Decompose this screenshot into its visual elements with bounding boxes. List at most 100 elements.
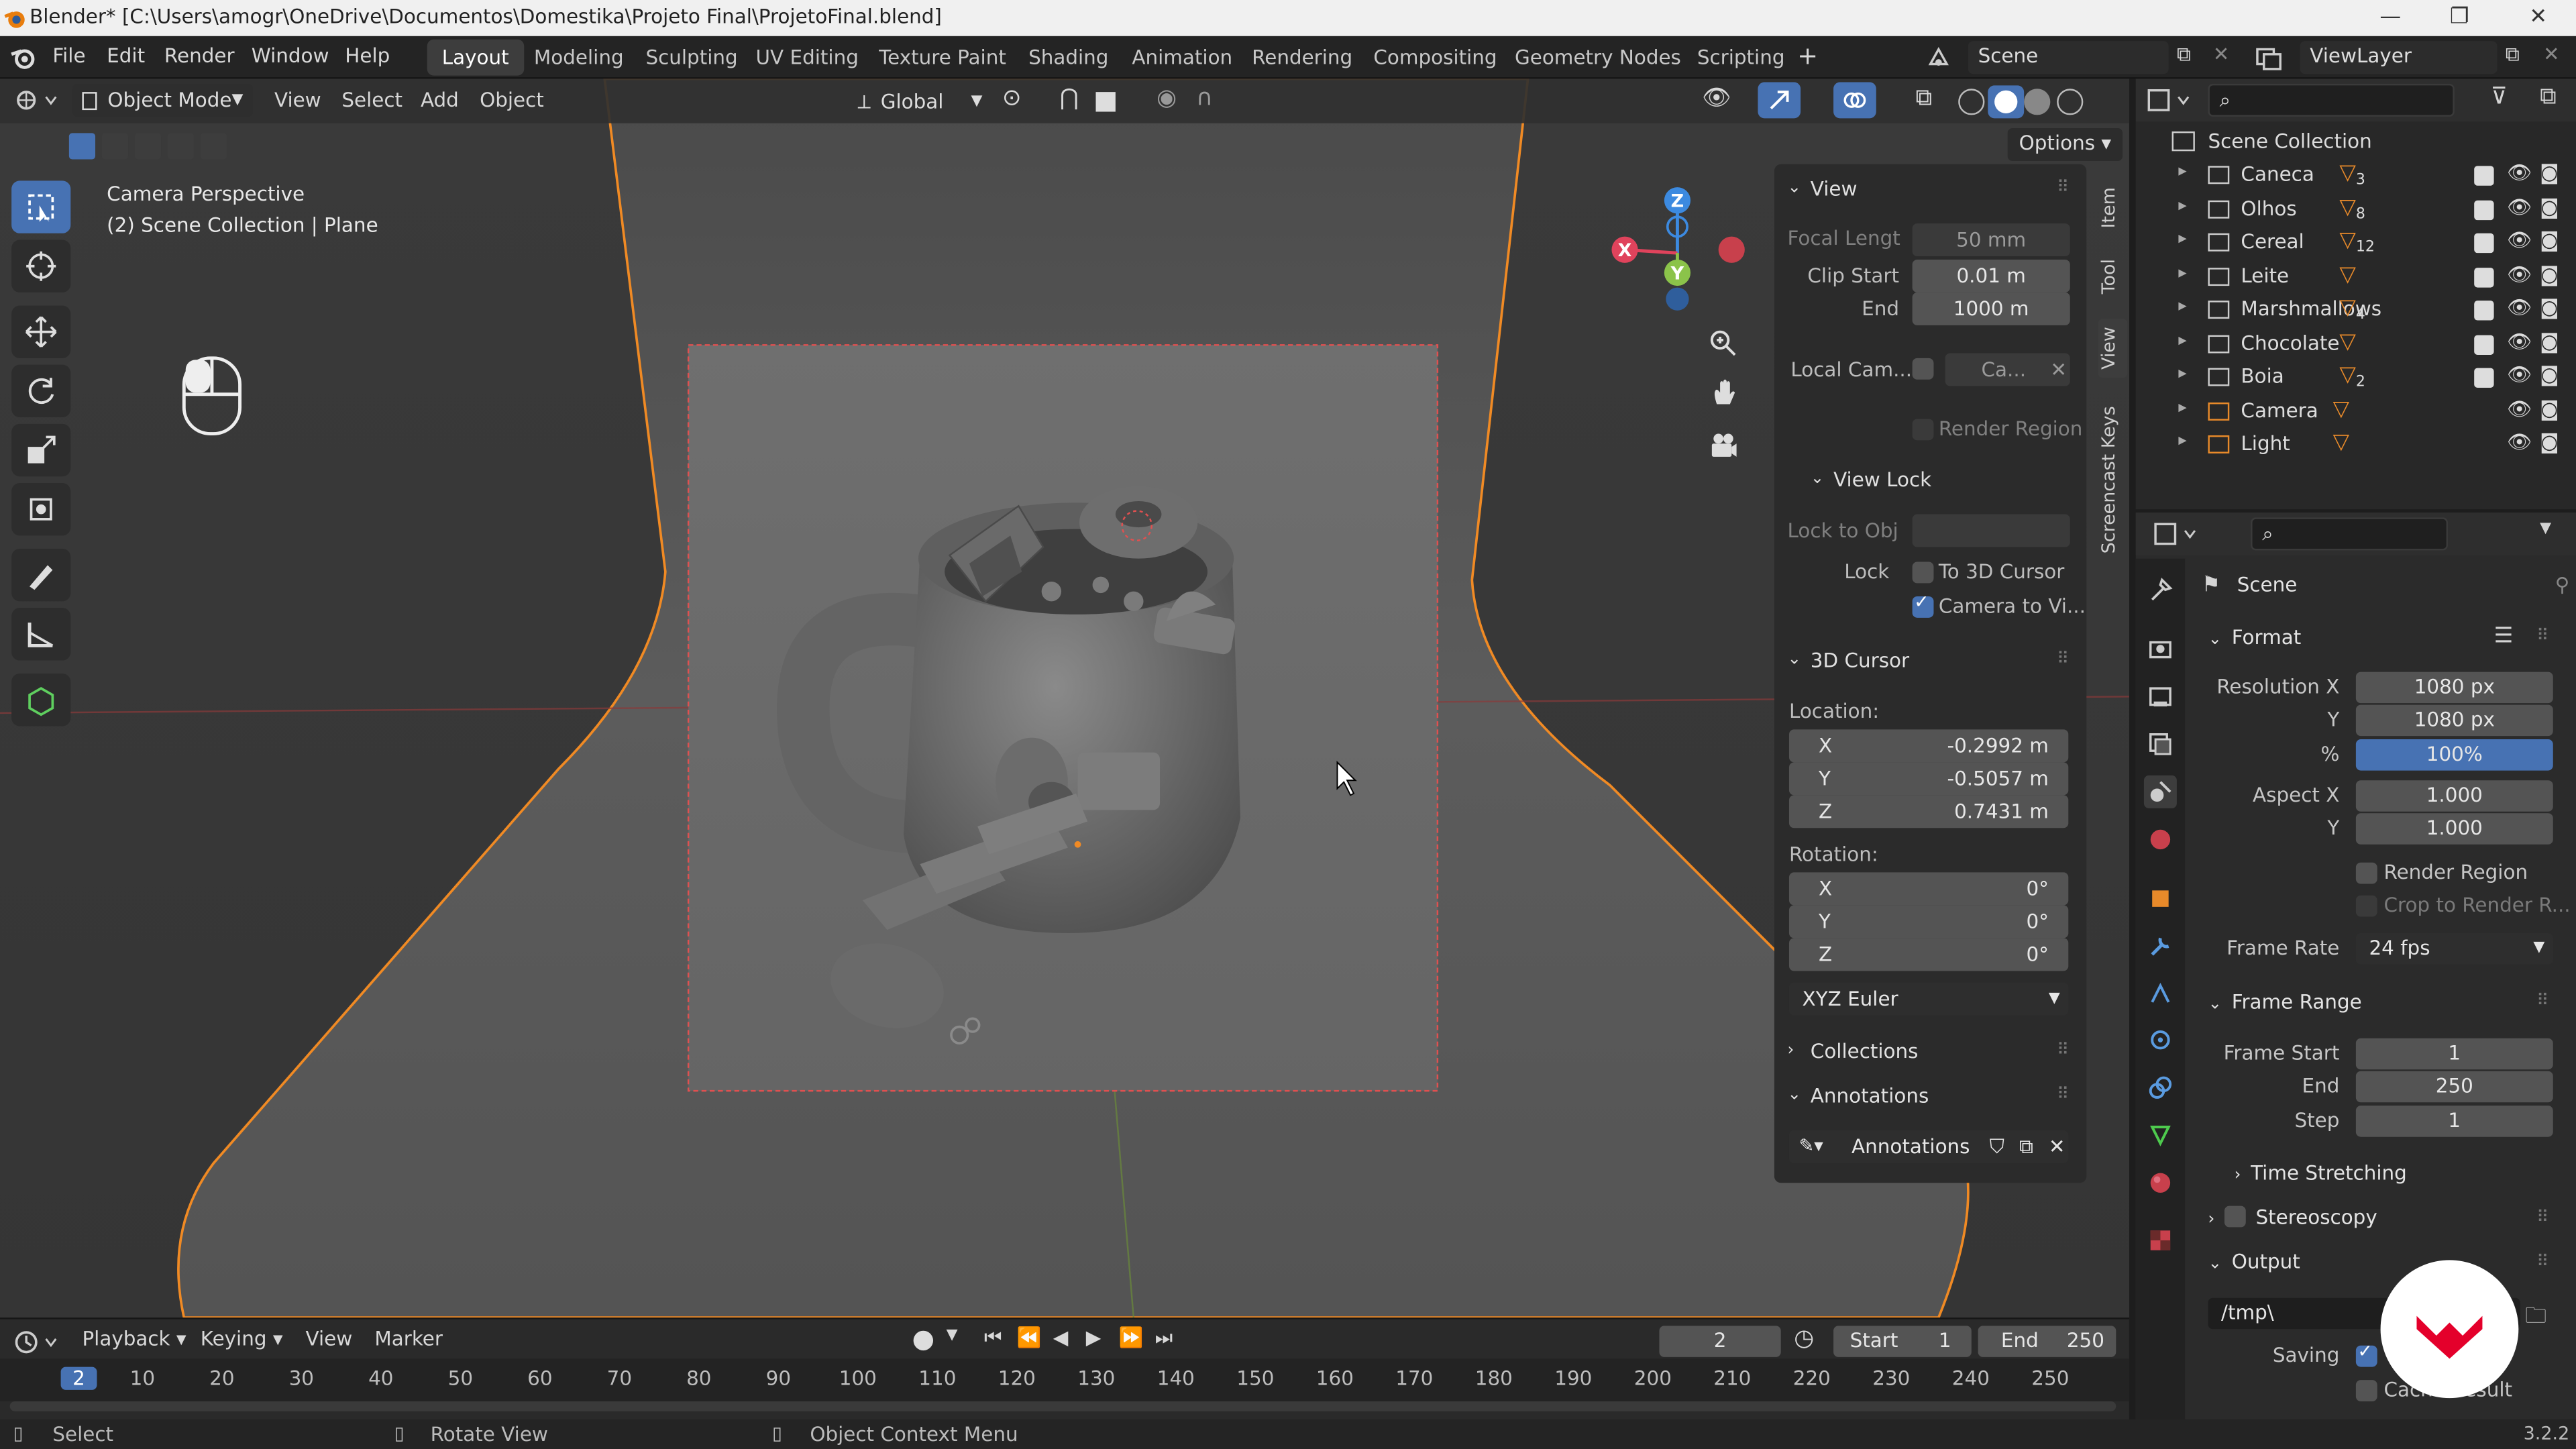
tab-geometry-nodes[interactable]: Geometry Nodes — [1500, 40, 1696, 76]
rotation-mode-dropdown[interactable]: XYZ Euler ▼ — [1788, 982, 2069, 1016]
eye-icon[interactable]: 👁 — [2507, 161, 2532, 184]
tab-layout[interactable]: Layout — [427, 39, 524, 76]
output-header[interactable]: ⌄ Output — [2208, 1250, 2300, 1273]
viewport-menu-view[interactable]: View — [274, 89, 321, 111]
drag-handle-icon[interactable]: ⠿ — [2057, 641, 2069, 680]
tool-rotate[interactable] — [11, 364, 71, 418]
material-properties-tab[interactable] — [2144, 1167, 2177, 1199]
render-camera-icon[interactable]: ◙ — [2540, 161, 2559, 184]
outliner-item[interactable]: ▸ Camera ▽ 👁 ◙ — [2136, 395, 2576, 428]
resolution-percent-field[interactable]: 100% — [2355, 739, 2553, 771]
select-subtract-icon[interactable] — [134, 133, 162, 160]
tab-animation[interactable]: Animation — [1117, 40, 1247, 76]
tab-texture-paint[interactable]: Texture Paint — [864, 40, 1021, 76]
current-frame-indicator[interactable]: 2 — [60, 1366, 97, 1390]
timeline-scrollbar[interactable] — [9, 1401, 2116, 1411]
stereoscopy-checkbox[interactable] — [2224, 1205, 2246, 1228]
tab-item[interactable]: Item — [2098, 180, 2127, 233]
jump-keyframe-back-icon[interactable]: ⏪ — [1017, 1326, 1042, 1348]
eye-icon[interactable]: 👁 — [2507, 396, 2532, 419]
focal-length-field[interactable]: 50 mm — [1912, 223, 2070, 257]
tab-shading[interactable]: Shading — [1014, 40, 1123, 76]
fake-user-icon[interactable]: ⛉ — [1990, 1130, 2004, 1163]
filter-icon[interactable]: ⊽ — [2491, 84, 2508, 110]
expand-arrow-icon[interactable]: ▸ — [2178, 432, 2186, 450]
outliner-item[interactable]: ▸ Chocolate ▽ 👁 ◙ — [2136, 328, 2576, 361]
expand-arrow-icon[interactable]: ▸ — [2178, 398, 2186, 417]
options-dropdown[interactable]: Options ▾ — [2007, 128, 2123, 162]
preview-range-icon[interactable]: ◷ — [1794, 1326, 1814, 1352]
mesh-data-icon[interactable]: ▽ — [2339, 329, 2355, 354]
new-collection-icon[interactable]: ⧉ — [2540, 84, 2556, 110]
gizmo-toggle-icon[interactable] — [1758, 82, 1801, 119]
annotations-header[interactable]: ⌄ Annotations ⠿ — [1774, 1076, 2086, 1116]
render-camera-icon[interactable]: ◙ — [2540, 262, 2559, 285]
chevron-down-icon[interactable]: ▼ — [2540, 521, 2551, 537]
tool-cursor[interactable] — [11, 239, 71, 292]
render-camera-icon[interactable]: ◙ — [2540, 195, 2559, 217]
time-stretching-header[interactable]: › Time Stretching — [2235, 1161, 2407, 1184]
menu-window[interactable]: Window — [252, 44, 329, 67]
render-camera-icon[interactable]: ◙ — [2540, 228, 2559, 251]
menu-file[interactable]: File — [52, 44, 85, 67]
output-properties-tab[interactable] — [2144, 680, 2177, 713]
particles-properties-tab[interactable] — [2144, 977, 2177, 1010]
eye-icon[interactable]: 👁 — [2507, 431, 2532, 453]
timeline-start-field[interactable]: Start 1 — [1833, 1326, 1972, 1357]
physics-properties-tab[interactable] — [2144, 1024, 2177, 1057]
mesh-data-icon[interactable]: ▽ — [2339, 195, 2355, 219]
local-camera-checkbox[interactable] — [1912, 358, 1934, 380]
exclude-checkbox[interactable] — [2474, 301, 2494, 321]
format-section-header[interactable]: ⌄ Format — [2208, 626, 2301, 649]
render-camera-icon[interactable]: ◙ — [2540, 363, 2559, 386]
orientation-selector[interactable]: ⟂ Global ▼ — [857, 85, 982, 118]
drag-handle-icon[interactable]: ⠿ — [2536, 1254, 2548, 1272]
aspect-y-field[interactable]: 1.000 — [2355, 813, 2553, 845]
tool-properties-tab[interactable] — [2144, 574, 2177, 606]
3d-cursor-header[interactable]: ⌄ 3D Cursor ⠿ — [1774, 641, 2086, 680]
eye-icon[interactable]: 👁 — [2507, 363, 2532, 386]
mode-selector[interactable]: Object Mode ▼ — [72, 83, 254, 117]
tab-scripting[interactable]: Scripting — [1682, 40, 1800, 76]
outliner-item[interactable]: ▸ Olhos ▽ 8 👁 ◙ — [2136, 193, 2576, 226]
eye-icon[interactable]: 👁 — [2507, 262, 2532, 285]
select-new-icon[interactable] — [68, 133, 96, 160]
tab-rendering[interactable]: Rendering — [1237, 40, 1367, 76]
cursor-z-field[interactable]: Z 0.7431 m — [1788, 795, 2069, 828]
viewport-menu-object[interactable]: Object — [480, 89, 544, 111]
menu-render[interactable]: Render — [164, 44, 235, 67]
drag-handle-icon[interactable]: ⠿ — [2057, 1076, 2069, 1116]
viewport-menu-add[interactable]: Add — [421, 89, 459, 111]
expand-arrow-icon[interactable]: ▸ — [2178, 197, 2186, 215]
navigation-gizmo[interactable]: Z X Y — [1607, 184, 1748, 322]
exclude-checkbox[interactable] — [2474, 199, 2494, 219]
clear-icon[interactable]: ✕ — [2050, 354, 2067, 386]
pan-hand-icon[interactable] — [1702, 371, 1745, 414]
cursor-rot-z-field[interactable]: Z 0° — [1788, 938, 2069, 971]
scene-properties-tab[interactable] — [2143, 775, 2177, 808]
jump-end-icon[interactable]: ⏭ — [1155, 1326, 1173, 1350]
duplicate-icon[interactable]: ⧉ — [2019, 1130, 2033, 1163]
viewlayer-selector[interactable]: ViewLayer — [2300, 41, 2498, 74]
pivot-point-icon[interactable]: ⊙ — [1002, 85, 1022, 111]
eye-icon[interactable]: 👁 — [2507, 329, 2532, 352]
mesh-data-icon[interactable]: ▽ — [2339, 296, 2355, 321]
exclude-checkbox[interactable] — [2474, 233, 2494, 254]
outliner-item[interactable]: ▸ Caneca ▽ 3 👁 ◙ — [2136, 160, 2576, 193]
drag-handle-icon[interactable]: ⠿ — [2536, 992, 2548, 1010]
view-lock-header[interactable]: ⌄ View Lock — [1774, 460, 2086, 500]
cursor-x-field[interactable]: X -0.2992 m — [1788, 729, 2069, 763]
cache-result-checkbox[interactable] — [2355, 1380, 2377, 1401]
add-workspace-icon[interactable]: + — [1797, 41, 1818, 70]
tool-annotate[interactable] — [11, 548, 71, 602]
light-data-icon[interactable]: ▽ — [2333, 431, 2349, 455]
chevron-down-icon[interactable]: ▼ — [947, 1328, 958, 1344]
tab-modeling[interactable]: Modeling — [519, 40, 639, 76]
snap-target-icon[interactable] — [1095, 92, 1116, 112]
outliner-editor-icon[interactable] — [2145, 87, 2192, 113]
tab-view[interactable]: View — [2098, 319, 2128, 378]
viewport-menu-select[interactable]: Select — [341, 89, 402, 111]
new-scene-icon[interactable]: ⧉ — [2177, 43, 2191, 68]
camera-view-icon[interactable] — [1702, 424, 1745, 467]
folder-icon[interactable]: 🗀 — [2525, 1301, 2546, 1338]
